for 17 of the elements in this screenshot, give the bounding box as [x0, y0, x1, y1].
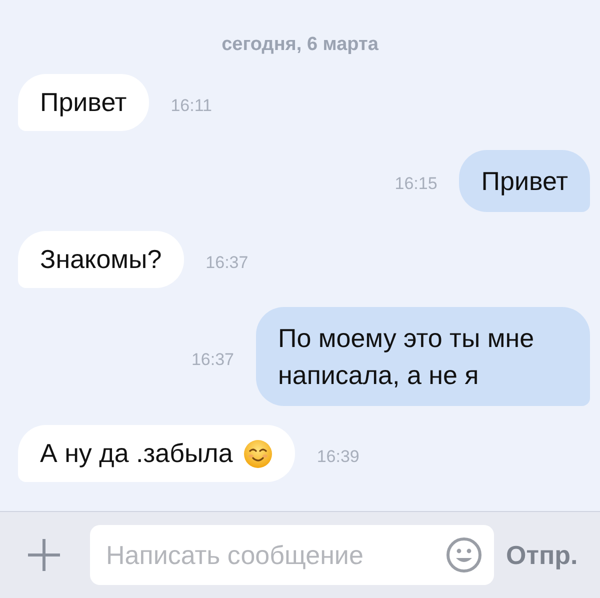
- message-text: Привет: [40, 87, 127, 118]
- message-text: Знакомы?: [40, 244, 162, 276]
- date-divider: сегодня, 6 марта: [220, 34, 380, 56]
- message-time: 16:37: [206, 252, 248, 273]
- message-text: Привет: [481, 165, 568, 198]
- message-time: 16:39: [316, 446, 360, 467]
- message-text: По моему это ты мне написала, а не я: [278, 322, 536, 392]
- message-field[interactable]: Написать сообщение: [90, 525, 494, 585]
- send-button[interactable]: Отпр.: [494, 540, 578, 570]
- message-text: А ну да .забыла: [40, 438, 233, 470]
- smiley-icon[interactable]: [446, 537, 482, 573]
- message-input[interactable]: Написать сообщение: [104, 538, 446, 572]
- message-time: 16:37: [191, 350, 234, 370]
- smiling-face-icon: [242, 438, 273, 469]
- add-icon[interactable]: [26, 537, 62, 573]
- message-time: 16:11: [170, 96, 212, 116]
- message-time: 16:15: [394, 174, 438, 194]
